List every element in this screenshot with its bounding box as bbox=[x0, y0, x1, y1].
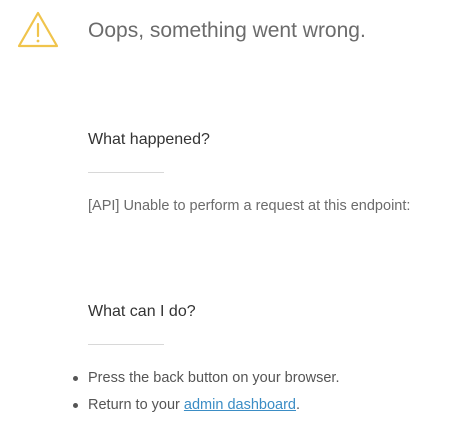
admin-dashboard-link[interactable]: admin dashboard bbox=[184, 397, 296, 413]
dashboard-text-before: Return to your bbox=[88, 397, 184, 413]
what-can-i-do-divider bbox=[88, 344, 164, 345]
warning-icon bbox=[17, 11, 59, 48]
what-happened-heading: What happened? bbox=[88, 131, 210, 148]
bullet bbox=[73, 376, 78, 381]
list-item-back-button: Press the back button on your browser. bbox=[73, 368, 340, 395]
page-title: Oops, something went wrong. bbox=[88, 19, 366, 42]
dashboard-text-after: . bbox=[295, 397, 301, 413]
bullet bbox=[73, 403, 78, 408]
error-message: [API] Unable to perform a request at thi… bbox=[88, 198, 411, 214]
list-item-dashboard: Return to your admin dashboard. bbox=[73, 395, 339, 422]
what-can-i-do-heading: What can I do? bbox=[88, 303, 196, 320]
what-happened-divider bbox=[88, 172, 164, 173]
back-button-instruction: Press the back button on your browser. bbox=[88, 370, 340, 386]
action-list: Press the back button on your browser. R… bbox=[73, 368, 340, 422]
